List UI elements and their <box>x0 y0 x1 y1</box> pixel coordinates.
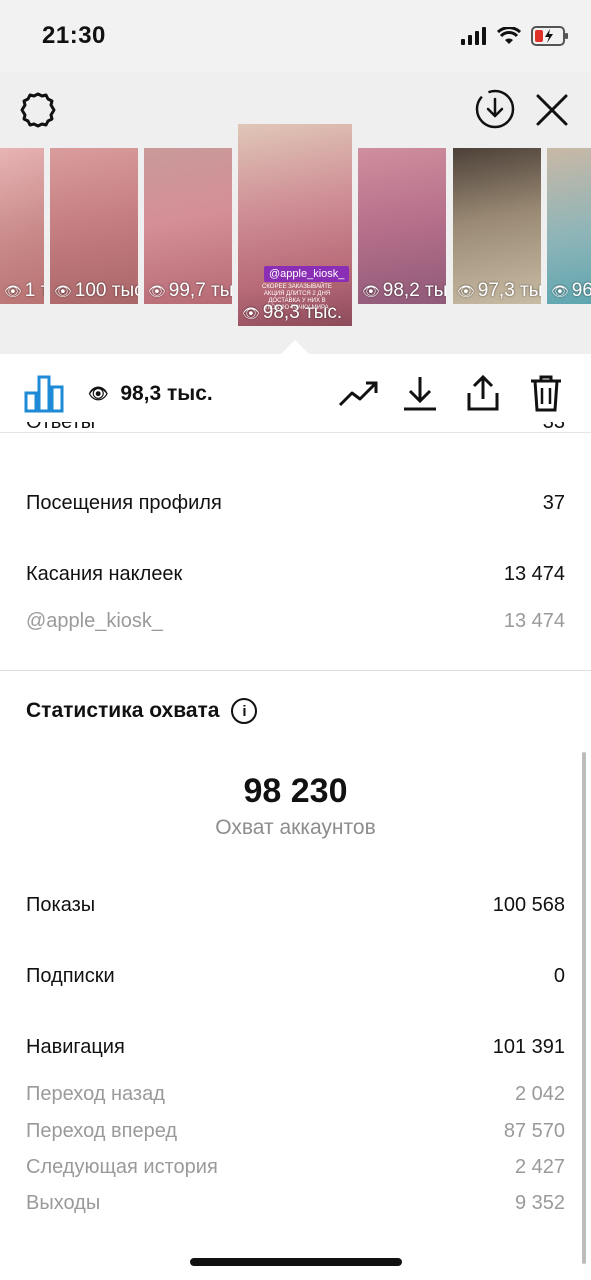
stat-row-follows: Подписки 0 <box>26 965 565 988</box>
stat-value: 37 <box>542 492 565 514</box>
stat-value: 87 570 <box>503 1120 565 1142</box>
scrollbar[interactable] <box>582 752 586 1264</box>
info-icon[interactable]: i <box>231 698 258 724</box>
story-thumbnail-selected[interactable]: @apple_kiosk_ СКОРЕЕ ЗАКАЗЫВАЙТЕ АКЦИЯ Д… <box>238 124 352 326</box>
stat-row-next-story: Следующая история 2 427 <box>26 1156 565 1179</box>
stat-value: 9 352 <box>514 1192 565 1214</box>
battery-icon <box>531 26 568 46</box>
stat-value: 13 474 <box>503 610 565 632</box>
story-view-count: 👁 100 тыс <box>54 280 138 301</box>
story-mention-tag: @apple_kiosk_ <box>264 266 350 282</box>
stat-row-back: Переход назад 2 042 <box>26 1083 565 1106</box>
story-thumbnail[interactable]: 👁 96 <box>547 148 591 304</box>
eye-icon: 👁 <box>551 282 569 299</box>
settings-icon[interactable] <box>18 90 58 130</box>
eye-icon: 👁 <box>4 282 22 299</box>
home-indicator[interactable] <box>190 1258 402 1266</box>
stat-label: Посещения профиля <box>26 492 222 514</box>
stat-label: Выходы <box>26 1192 101 1214</box>
story-thumbnail[interactable]: 👁99,7 тыс <box>144 148 232 304</box>
save-story-icon[interactable] <box>474 88 516 130</box>
close-icon[interactable] <box>532 90 572 130</box>
wifi-icon <box>497 27 521 44</box>
selected-pointer <box>280 340 310 355</box>
share-icon[interactable] <box>463 373 503 413</box>
stat-row-replies: Ответы 33 <box>26 422 565 446</box>
eye-icon: 👁 <box>54 282 72 299</box>
section-divider <box>0 670 591 671</box>
status-bar: 21:30 <box>0 0 591 72</box>
stat-row-profile-visits: Посещения профиля 37 <box>26 492 565 515</box>
stat-row-impressions: Показы 100 568 <box>26 894 565 917</box>
story-thumbnail[interactable]: 👁97,3 тыс <box>453 148 541 304</box>
status-icons <box>461 24 569 48</box>
accounts-reached-label: Охват аккаунтов <box>215 816 376 839</box>
stat-row-forward: Переход вперед 87 570 <box>26 1120 565 1143</box>
stat-row-navigation: Навигация 101 391 <box>26 1036 565 1059</box>
stat-row-mention-taps: @apple_kiosk_ 13 474 <box>26 610 565 633</box>
stat-row-sticker-taps: Касания наклеек 13 474 <box>26 563 565 586</box>
story-thumbnail[interactable]: 👁 100 тыс <box>50 148 138 304</box>
story-view-count: 👁99,7 тыс <box>148 280 232 301</box>
stat-label: Подписки <box>26 965 115 987</box>
story-view-count: 👁97,3 тыс <box>457 280 541 301</box>
eye-icon: 👁 <box>362 282 380 299</box>
accounts-reached-value: 98 230 <box>243 772 348 810</box>
views-count: 98,3 тыс. <box>120 382 213 405</box>
signal-icon <box>461 27 486 45</box>
story-header: 👁1 тыс 👁100 тыс 👁99,7 тыс @apple_kiosk_ … <box>0 72 591 354</box>
stat-label: Следующая история <box>26 1156 218 1178</box>
stat-value: 33 <box>543 422 565 434</box>
promote-trend-icon[interactable] <box>338 373 378 413</box>
stat-label: Навигация <box>26 1036 125 1058</box>
reach-title-text: Статистика охвата <box>26 699 220 722</box>
clock: 21:30 <box>42 22 106 49</box>
stat-value: 2 042 <box>514 1083 565 1105</box>
insights-icon[interactable] <box>24 373 64 413</box>
reach-section-title: Статистика охвата i <box>26 698 258 724</box>
eye-icon: 👁 <box>457 282 475 299</box>
story-view-count: 👁 96 <box>551 280 591 301</box>
story-view-count: 👁1 тыс <box>4 280 44 301</box>
stat-value: 13 474 <box>503 563 565 585</box>
views-summary: 👁 98,3 тыс. <box>88 382 213 406</box>
eye-icon: 👁 <box>148 282 166 299</box>
story-view-count: 👁98,2 тыс <box>362 280 446 301</box>
stat-label: Переход назад <box>26 1083 165 1105</box>
stat-value: 2 427 <box>514 1156 565 1178</box>
stat-label: @apple_kiosk_ <box>26 610 164 632</box>
download-icon[interactable] <box>400 373 440 413</box>
stat-label: Переход вперед <box>26 1120 178 1142</box>
story-thumbnails: 👁1 тыс 👁100 тыс 👁99,7 тыс @apple_kiosk_ … <box>0 124 591 348</box>
stat-label: Показы <box>26 894 96 916</box>
story-thumbnail[interactable]: 👁1 тыс <box>0 148 44 304</box>
stat-value: 0 <box>553 965 565 987</box>
stat-value: 101 391 <box>492 1036 565 1058</box>
story-thumbnail[interactable]: 👁98,2 тыс <box>358 148 446 304</box>
eye-icon: 👁 <box>88 386 109 403</box>
stat-label: Ответы <box>26 422 95 434</box>
eye-icon: 👁 <box>242 304 260 321</box>
stat-value: 100 568 <box>492 894 565 916</box>
stat-label: Касания наклеек <box>26 563 183 585</box>
stat-row-exits: Выходы 9 352 <box>26 1192 565 1215</box>
delete-icon[interactable] <box>526 373 566 413</box>
story-view-count: 👁 98,3 тыс. <box>242 302 343 323</box>
